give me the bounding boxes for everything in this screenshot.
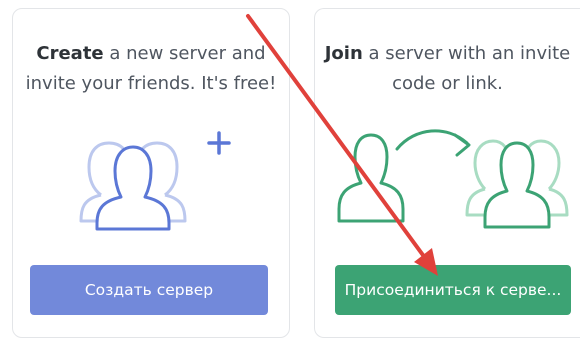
join-heading: Join (324, 43, 363, 64)
join-server-card[interactable]: Join a server with an invite code or lin… (314, 8, 580, 338)
join-heading-rest: a server with an invite (362, 43, 571, 64)
users-plus-icon (79, 131, 231, 231)
create-server-button[interactable]: Создать сервер (30, 265, 268, 315)
create-description-line2: invite your friends. It's free! (25, 73, 277, 94)
create-heading: Create (36, 43, 104, 64)
create-server-description: Create a new server and invite your frie… (13, 39, 289, 99)
join-server-description: Join a server with an invite code or lin… (315, 39, 580, 99)
create-server-card[interactable]: Create a new server and invite your frie… (12, 8, 290, 338)
user-join-group-icon (337, 129, 569, 229)
create-heading-rest: a new server and (103, 43, 266, 64)
join-description-line2: code or link. (392, 73, 503, 94)
join-server-button[interactable]: Присоединиться к серве... (335, 265, 571, 315)
